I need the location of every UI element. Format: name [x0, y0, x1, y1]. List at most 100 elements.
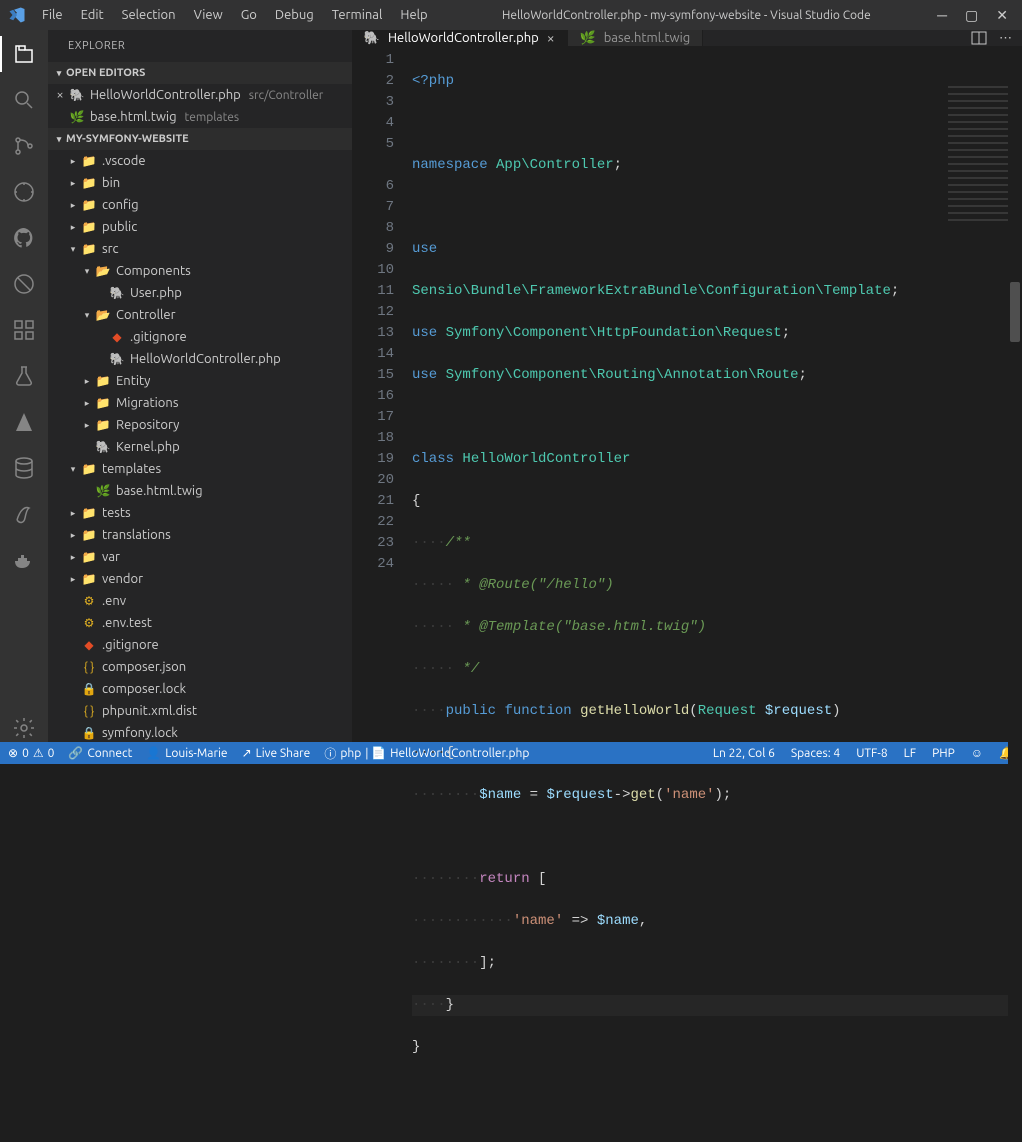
split-editor-icon[interactable]: [971, 30, 987, 46]
project-header[interactable]: ▾MY-SYMFONY-WEBSITE: [48, 128, 352, 150]
tree-item[interactable]: { }phpunit.xml.dist: [48, 700, 352, 722]
extensions-icon[interactable]: [10, 316, 38, 344]
folder-icon: 📁: [80, 152, 98, 170]
twistie-icon[interactable]: ▸: [80, 398, 94, 409]
twistie-icon[interactable]: ▸: [80, 420, 94, 431]
twistie-icon[interactable]: ▾: [80, 266, 94, 277]
editor-tab[interactable]: 🌿base.html.twig: [568, 30, 704, 46]
status-author[interactable]: 👤 Louis-Marie: [146, 746, 227, 760]
close-editor-icon[interactable]: ×: [52, 88, 68, 102]
source-control-icon[interactable]: [10, 132, 38, 160]
tree-item-label: var: [102, 550, 120, 564]
symfony-icon[interactable]: [10, 500, 38, 528]
menu-selection[interactable]: Selection: [114, 4, 184, 26]
status-errors[interactable]: ⊗ 0 ⚠ 0: [8, 746, 54, 760]
tree-item[interactable]: ▸📁 .vscode: [48, 150, 352, 172]
maximize-button[interactable]: ▢: [965, 7, 978, 24]
more-actions-icon[interactable]: ⋯: [999, 31, 1012, 46]
twistie-icon[interactable]: ▸: [66, 508, 80, 519]
folder-icon: 📁: [80, 570, 98, 588]
sidebar-title: EXPLORER: [48, 30, 352, 62]
open-editor-path: templates: [185, 111, 240, 124]
tree-item[interactable]: ▸📁Entity: [48, 370, 352, 392]
tree-item[interactable]: 🔒symfony.lock: [48, 722, 352, 742]
tree-item[interactable]: ▾📁src: [48, 238, 352, 260]
menu-edit[interactable]: Edit: [73, 4, 112, 26]
title-bar: FileEditSelectionViewGoDebugTerminalHelp…: [0, 0, 1022, 30]
tree-item[interactable]: ▸📁Repository: [48, 414, 352, 436]
twistie-icon[interactable]: ▸: [66, 574, 80, 585]
menu-terminal[interactable]: Terminal: [324, 4, 391, 26]
minimize-button[interactable]: ─: [937, 7, 947, 24]
tree-item-label: .vscode: [102, 154, 146, 168]
tree-item-label: public: [102, 220, 137, 234]
editor-tab[interactable]: 🐘HelloWorldController.php×: [352, 30, 568, 46]
twistie-icon[interactable]: ▾: [66, 244, 80, 255]
azure-icon[interactable]: [10, 408, 38, 436]
tree-item[interactable]: ▸📁bin: [48, 172, 352, 194]
no-bug-icon[interactable]: [10, 270, 38, 298]
status-connect[interactable]: 🔗 Connect: [68, 746, 132, 760]
tree-item-label: tests: [102, 506, 131, 520]
twistie-icon[interactable]: ▸: [66, 156, 80, 167]
tree-item[interactable]: ▾📂Controller: [48, 304, 352, 326]
tree-item[interactable]: ⚙.env: [48, 590, 352, 612]
tree-item[interactable]: 🐘HelloWorldController.php: [48, 348, 352, 370]
window-controls: ─ ▢ ✕: [937, 7, 1014, 24]
twistie-icon[interactable]: ▸: [66, 200, 80, 211]
line-gutter: 123456789101112131415161718192021222324: [352, 46, 412, 1142]
twistie-icon[interactable]: ▸: [80, 376, 94, 387]
status-liveshare[interactable]: ↗ Live Share: [242, 746, 311, 760]
tree-item-label: Migrations: [116, 396, 178, 410]
twistie-icon[interactable]: ▸: [66, 222, 80, 233]
vertical-scrollbar[interactable]: [1008, 82, 1022, 1142]
minimap[interactable]: [948, 86, 1008, 226]
tree-item[interactable]: 🔒composer.lock: [48, 678, 352, 700]
tree-item[interactable]: 🐘Kernel.php: [48, 436, 352, 458]
tree-item[interactable]: ▾📁templates: [48, 458, 352, 480]
search-icon[interactable]: [10, 86, 38, 114]
php-icon: 🐘: [108, 284, 126, 302]
tree-item[interactable]: ▸📁var: [48, 546, 352, 568]
tree-item[interactable]: { }composer.json: [48, 656, 352, 678]
tree-item-label: config: [102, 198, 139, 212]
twistie-icon[interactable]: ▾: [80, 310, 94, 321]
tree-item[interactable]: 🌿base.html.twig: [48, 480, 352, 502]
open-editor-item[interactable]: ×🐘HelloWorldController.phpsrc/Controller: [48, 84, 352, 106]
tree-item[interactable]: ▸📁public: [48, 216, 352, 238]
menu-go[interactable]: Go: [233, 4, 265, 26]
debug-icon[interactable]: [10, 178, 38, 206]
tree-item[interactable]: ▾📂Components: [48, 260, 352, 282]
tree-item[interactable]: ⚙.env.test: [48, 612, 352, 634]
tree-item-label: symfony.lock: [102, 726, 178, 740]
twistie-icon[interactable]: ▸: [66, 178, 80, 189]
settings-gear-icon[interactable]: [10, 714, 38, 742]
menu-debug[interactable]: Debug: [267, 4, 322, 26]
docker-icon[interactable]: [10, 546, 38, 574]
menu-file[interactable]: File: [34, 4, 71, 26]
tree-item[interactable]: ▸📁Migrations: [48, 392, 352, 414]
open-editors-header[interactable]: ▾OPEN EDITORS: [48, 62, 352, 84]
folder-icon: 📁: [80, 174, 98, 192]
tree-item[interactable]: ▸📁vendor: [48, 568, 352, 590]
twistie-icon[interactable]: ▸: [66, 552, 80, 563]
github-icon[interactable]: [10, 224, 38, 252]
menu-help[interactable]: Help: [392, 4, 435, 26]
tree-item[interactable]: ▸📁config: [48, 194, 352, 216]
beaker-icon[interactable]: [10, 362, 38, 390]
close-button[interactable]: ✕: [996, 7, 1008, 24]
tree-item[interactable]: 🐘User.php: [48, 282, 352, 304]
code-area[interactable]: 123456789101112131415161718192021222324 …: [352, 46, 1022, 1142]
explorer-icon[interactable]: [10, 40, 38, 68]
code-content[interactable]: <?php namespace App\Controller; use Sens…: [412, 46, 1022, 1142]
tree-item[interactable]: ▸📁translations: [48, 524, 352, 546]
tree-item[interactable]: ◆.gitignore: [48, 326, 352, 348]
database-icon[interactable]: [10, 454, 38, 482]
twistie-icon[interactable]: ▾: [66, 464, 80, 475]
tab-close-icon[interactable]: ×: [547, 30, 555, 46]
open-editor-item[interactable]: 🌿base.html.twigtemplates: [48, 106, 352, 128]
tree-item[interactable]: ◆.gitignore: [48, 634, 352, 656]
twistie-icon[interactable]: ▸: [66, 530, 80, 541]
tree-item[interactable]: ▸📁tests: [48, 502, 352, 524]
menu-view[interactable]: View: [186, 4, 231, 26]
